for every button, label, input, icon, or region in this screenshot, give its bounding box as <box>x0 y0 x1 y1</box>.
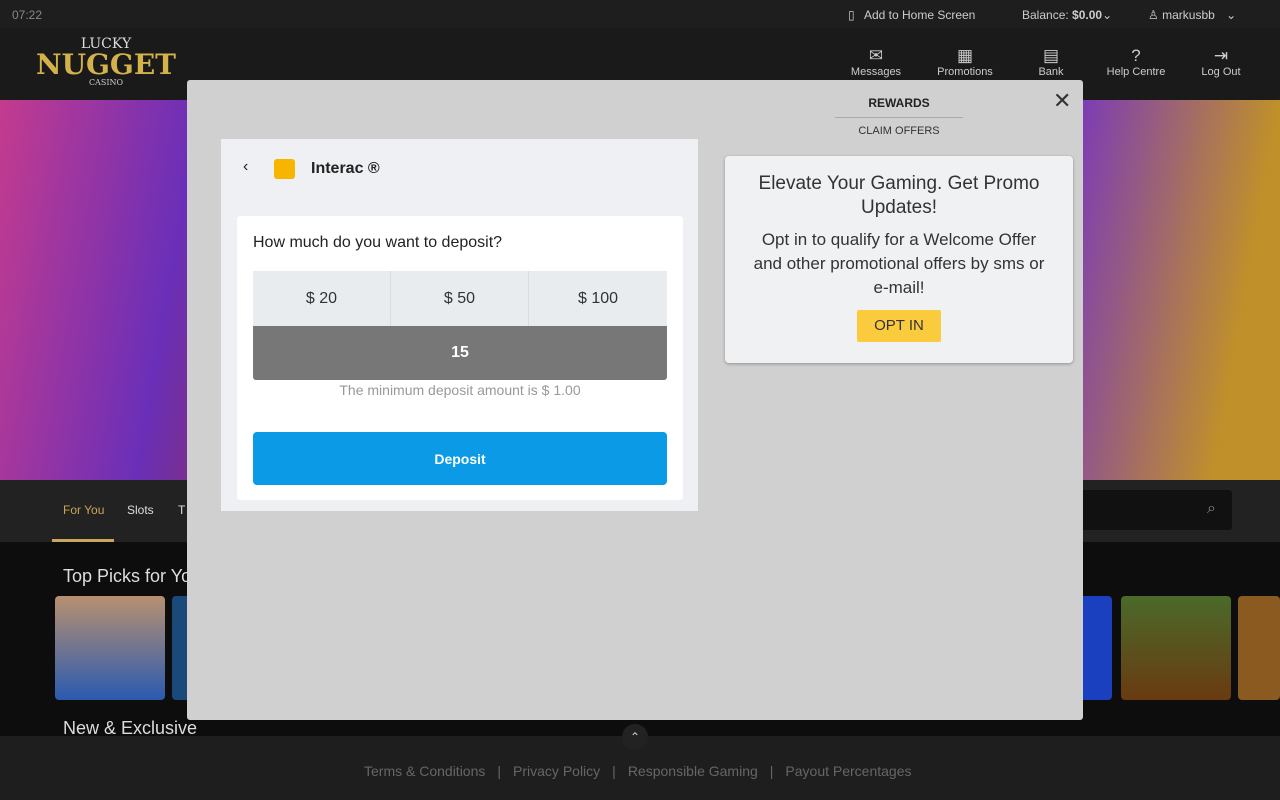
help-icon: ? <box>1131 46 1141 65</box>
envelope-icon: ✉ <box>868 46 884 65</box>
header-promotions-button[interactable]: ▦ Promotions <box>930 46 1000 78</box>
payment-method-title: Interac ® <box>311 160 380 177</box>
payment-panel: ‹ Interac ® How much do you want to depo… <box>221 139 698 511</box>
deposit-question: How much do you want to deposit? <box>253 234 503 251</box>
scroll-top-button[interactable]: ⌃ <box>622 724 648 750</box>
user-menu[interactable]: ♙ markusbb ⌄ <box>1148 8 1236 22</box>
divider: | <box>497 763 502 779</box>
header-messages-button[interactable]: ✉ Messages <box>841 46 911 78</box>
add-to-home-button[interactable]: ▯ Add to Home Screen <box>848 8 975 22</box>
amount-20-button[interactable]: $ 20 <box>253 271 391 326</box>
game-tile[interactable] <box>1238 596 1280 700</box>
game-tile[interactable] <box>1080 596 1112 700</box>
tab-t[interactable]: T <box>178 503 185 517</box>
section-title-top-picks: Top Picks for Yo <box>63 566 192 586</box>
header-help-centre-button[interactable]: ? Help Centre <box>1101 46 1171 78</box>
close-icon[interactable]: ✕ <box>1053 88 1071 114</box>
promo-body: Opt in to qualify for a Welcome Offer an… <box>753 230 1045 297</box>
footer-link[interactable]: Responsible Gaming <box>628 763 758 779</box>
footer-link[interactable]: Terms & Conditions <box>364 763 485 779</box>
footer-link[interactable]: Privacy Policy <box>513 763 600 779</box>
game-tile-3-lucky-rainbows[interactable] <box>1121 596 1231 700</box>
tab-claim-offers[interactable]: CLAIM OFFERS <box>835 125 963 137</box>
bank-icon: ▤ <box>1042 46 1060 65</box>
game-tile-amazing-link-zeus[interactable] <box>55 596 165 700</box>
footer-links: Terms & Conditions | Privacy Policy | Respon… <box>364 763 912 779</box>
back-icon[interactable]: ‹ <box>243 158 248 176</box>
logo[interactable]: LUCKY NUGGET CASINO <box>32 36 180 87</box>
header-bank-button[interactable]: ▤ Bank <box>1016 46 1086 78</box>
tab-for-you[interactable]: For You <box>52 480 114 542</box>
search-icon: ⌕ <box>1207 500 1216 517</box>
calendar-icon: ▦ <box>956 46 974 65</box>
top-bar: 07:22 ▯ Add to Home Screen Balance: $0.0… <box>0 0 1280 28</box>
tab-slots[interactable]: Slots <box>127 503 154 517</box>
deposit-modal: REWARDS CLAIM OFFERS ✕ ‹ Interac ® How m… <box>187 80 1083 720</box>
user-icon: ♙ <box>1148 8 1159 22</box>
deposit-button[interactable]: Deposit <box>253 432 667 485</box>
balance-dropdown[interactable]: Balance: $0.00⌄ <box>1022 8 1112 22</box>
interac-logo-icon <box>274 159 295 179</box>
header-log-out-button[interactable]: ⇥ Log Out <box>1186 46 1256 78</box>
clock: 07:22 <box>12 8 43 22</box>
footer-link[interactable]: Payout Percentages <box>785 763 911 779</box>
balance-label: Balance: <box>1022 8 1069 22</box>
chevron-up-icon: ⌃ <box>629 730 641 744</box>
min-deposit-note: The minimum deposit amount is $ 1.00 <box>339 382 581 398</box>
footer: ⌃ Terms & Conditions | Privacy Policy | Resp… <box>0 724 1280 800</box>
divider: | <box>769 763 774 779</box>
username: markusbb <box>1162 8 1215 22</box>
promo-optin-card: Elevate Your Gaming. Get Promo Updates! … <box>725 156 1073 363</box>
chevron-down-icon: ⌄ <box>1226 8 1237 22</box>
amount-100-button[interactable]: $ 100 <box>529 271 667 326</box>
search-input[interactable]: ⌕ <box>1080 490 1232 530</box>
opt-in-button[interactable]: OPT IN <box>857 310 941 342</box>
logout-icon: ⇥ <box>1213 46 1229 65</box>
divider: | <box>612 763 616 779</box>
bookmark-icon: ▯ <box>848 8 855 22</box>
balance-value: $0.00 <box>1072 8 1103 22</box>
chevron-down-icon: ⌄ <box>1102 8 1113 22</box>
promo-title: Elevate Your Gaming. Get Promo Updates! <box>758 173 1040 218</box>
amount-input[interactable]: 15 <box>253 326 667 380</box>
tab-rewards[interactable]: REWARDS <box>835 96 963 118</box>
deposit-card: How much do you want to deposit? $ 20 $ … <box>237 216 683 500</box>
amount-50-button[interactable]: $ 50 <box>391 271 529 326</box>
